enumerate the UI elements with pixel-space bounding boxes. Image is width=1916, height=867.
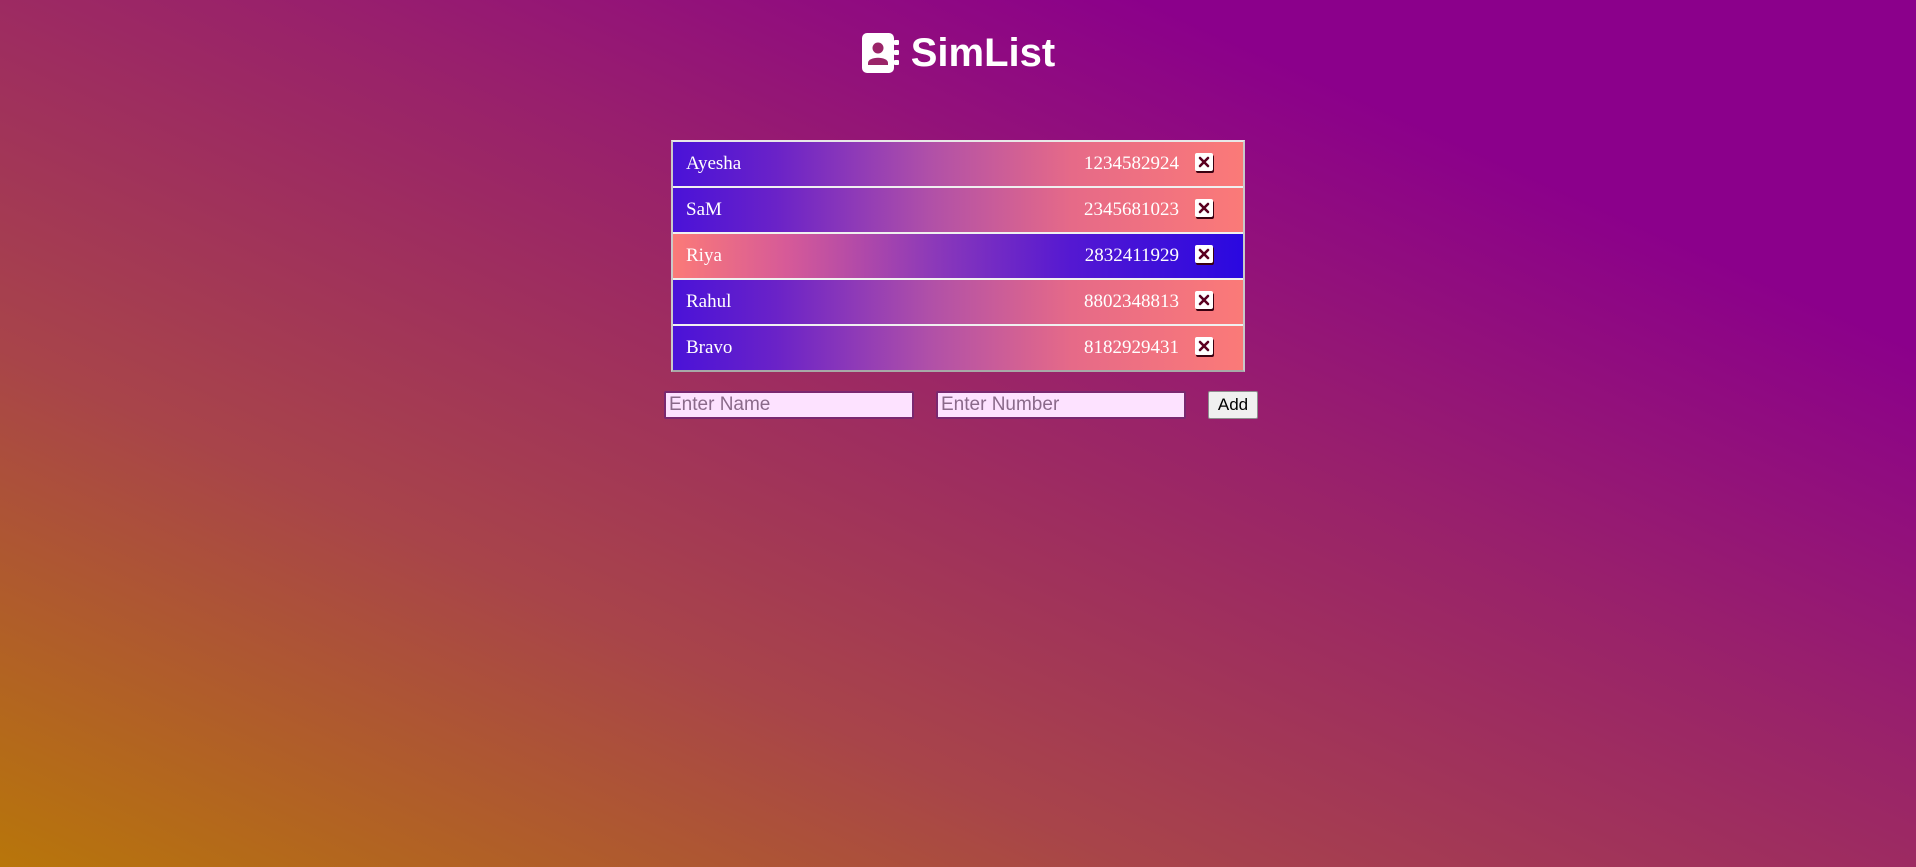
contact-number: 2832411929 [1084,245,1179,266]
contact-row: Riya 2832411929 [673,234,1243,280]
contact-row: Rahul 8802348813 [673,280,1243,326]
close-box-icon [1198,202,1210,214]
contact-name: SaM [686,199,722,220]
app-header: SimList [0,28,1916,78]
address-book-icon [861,32,901,74]
contact-name: Riya [686,245,722,266]
delete-contact-button[interactable] [1195,337,1213,355]
contact-row: Ayesha 1234582924 [673,142,1243,188]
contact-list: Ayesha 1234582924 SaM 2345681023 Riya 28… [671,140,1245,372]
close-box-icon [1198,248,1210,260]
app-title: SimList [910,31,1056,75]
contact-name: Rahul [686,291,732,312]
add-contact-form: Add [664,391,1258,419]
delete-contact-button[interactable] [1195,291,1213,309]
contact-name: Ayesha [686,153,742,174]
contact-row: Bravo 8182929431 [673,326,1243,370]
contact-number: 2345681023 [1084,199,1179,220]
contact-number: 8182929431 [1084,337,1179,358]
number-input[interactable] [936,391,1186,419]
name-input[interactable] [664,391,914,419]
close-box-icon [1198,294,1210,306]
contact-number: 8802348813 [1084,291,1179,312]
contact-row: SaM 2345681023 [673,188,1243,234]
contact-number: 1234582924 [1084,153,1179,174]
close-box-icon [1198,340,1210,352]
add-button[interactable]: Add [1208,391,1258,419]
delete-contact-button[interactable] [1195,245,1213,263]
delete-contact-button[interactable] [1195,199,1213,217]
close-box-icon [1198,156,1210,168]
delete-contact-button[interactable] [1195,153,1213,171]
contact-name: Bravo [686,337,733,358]
